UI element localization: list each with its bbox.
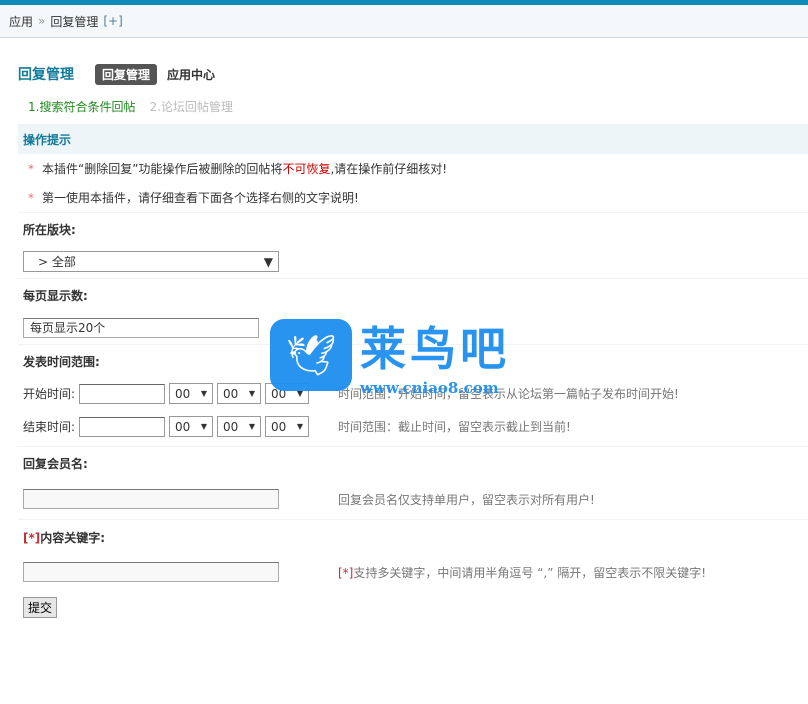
submit-button[interactable]: 提交 [23, 597, 58, 618]
start-hour-select[interactable]: 00 ▼ [169, 383, 214, 404]
breadcrumb-root[interactable]: 应用 [9, 13, 33, 30]
end-time-hint: 时间范围：截止时间，留空表示截止到当前! [338, 420, 571, 434]
tip-2: * 第一使用本插件，请仔细查看下面各个选择右侧的文字说明! [0, 183, 808, 212]
tab-app-center[interactable]: 应用中心 [167, 66, 215, 83]
tip-warning: 不可恢复 [282, 162, 331, 176]
dropdown-arrow-icon: ▼ [263, 254, 273, 269]
end-time-label: 结束时间: [23, 420, 76, 434]
steps: 1.搜索符合条件回帖 2.论坛回帖管理 [0, 94, 808, 118]
start-minute-select[interactable]: 00 ▼ [217, 383, 262, 404]
end-date-input[interactable] [79, 416, 166, 437]
tips-title: 操作提示 [18, 124, 808, 154]
page-title: 回复管理 [18, 67, 74, 83]
forum-label: 所在版块: [18, 212, 808, 245]
keyword-input[interactable] [23, 562, 279, 582]
end-hour-select[interactable]: 00 ▼ [169, 416, 214, 437]
tip-1: * 本插件“删除回复”功能操作后被删除的回帖将 不可恢复 ,请在操作前仔细核对! [0, 154, 808, 183]
end-minute-select[interactable]: 00 ▼ [217, 416, 262, 437]
breadcrumb-separator: » [38, 14, 46, 28]
forum-select[interactable]: > 全部 ▼ [23, 251, 279, 272]
keyword-hint: [*]支持多关键字，中间请用半角逗号 “,” 隔开，留空表示不限关键字! [338, 565, 707, 580]
watermark-name: 莱鸟吧 [360, 322, 510, 376]
end-second-select[interactable]: 00 ▼ [265, 416, 310, 437]
perpage-select[interactable]: 每页显示20个 [23, 317, 259, 338]
keyword-label: [*] 内容关键字: [18, 519, 808, 555]
tip-text: 第一使用本插件，请仔细查看下面各个选择右侧的文字说明! [42, 191, 359, 205]
watermark: 🕊 莱鸟吧 www.cniao8.com [270, 313, 510, 397]
keyword-label-text: 内容关键字: [40, 531, 106, 545]
breadcrumb: 应用 » 回复管理 [+] [0, 5, 808, 38]
member-label: 回复会员名: [18, 446, 808, 479]
start-time-label: 开始时间: [23, 387, 76, 401]
watermark-url: www.cniao8.com [360, 379, 499, 397]
page-header: 回复管理 回复管理 应用中心 [0, 54, 808, 94]
bird-logo-icon: 🕊 [270, 319, 352, 391]
perpage-label: 每页显示数: [18, 278, 808, 311]
bullet: * [28, 161, 34, 176]
start-date-input[interactable] [79, 383, 166, 404]
member-hint: 回复会员名仅支持单用户，留空表示对所有用户! [338, 492, 595, 507]
tip-text: 本插件“删除回复”功能操作后被删除的回帖将 [42, 162, 283, 176]
tab-reply-manage[interactable]: 回复管理 [95, 63, 158, 85]
forum-select-value: > 全部 [38, 255, 76, 269]
step-2: 2.论坛回帖管理 [149, 99, 233, 114]
member-input[interactable] [23, 489, 279, 509]
bullet: * [28, 190, 34, 205]
breadcrumb-current: 回复管理 [50, 14, 99, 29]
add-shortcut-link[interactable]: [+] [103, 14, 122, 28]
step-1: 1.搜索符合条件回帖 [28, 99, 136, 114]
required-mark: [*] [23, 530, 41, 545]
tip-text: ,请在操作前仔细核对! [330, 162, 448, 176]
